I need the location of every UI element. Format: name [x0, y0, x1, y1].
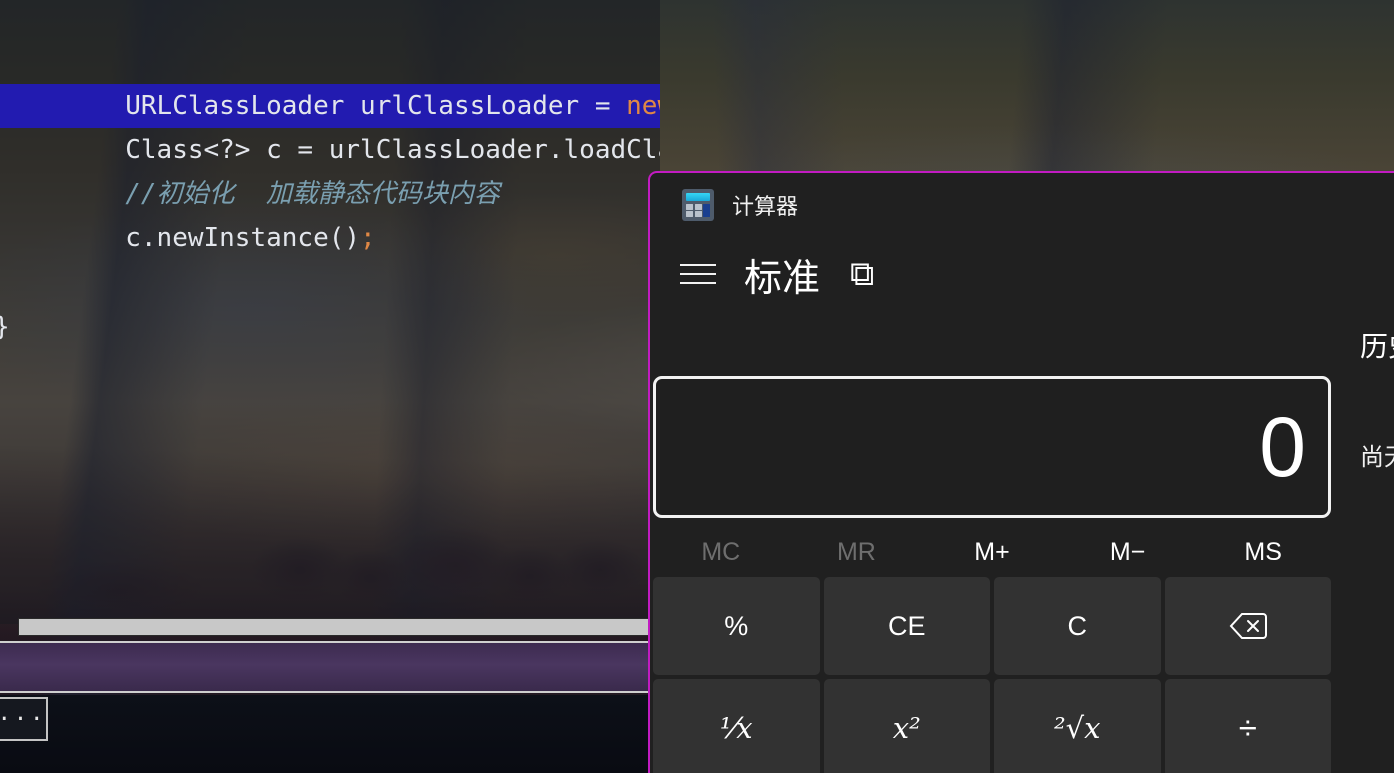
calculator-icon-key [694, 204, 702, 210]
square-root-button[interactable]: ²√x [994, 679, 1161, 773]
divide-button-label: ÷ [1238, 709, 1257, 746]
calculator-icon-key [686, 204, 693, 210]
code-line-1: URLClassLoader urlClassLoader = new URLC… [0, 40, 660, 121]
code-text-layer: URLClassLoader urlClassLoader = new URLC… [0, 0, 660, 624]
calculator-icon-key [686, 211, 693, 217]
calculator-keypad: % CE C ¹⁄x x² ²√x ÷ [653, 577, 1331, 773]
percent-button-label: % [724, 610, 749, 641]
memory-subtract-button[interactable]: M− [1060, 528, 1196, 576]
backspace-icon [1229, 612, 1267, 640]
code-token: c.newInstance() [125, 223, 361, 253]
closing-brace-fragment: } [0, 305, 10, 349]
editor-horizontal-scrollbar[interactable] [18, 618, 660, 636]
window-accent-band [0, 641, 660, 693]
clear-button[interactable]: C [994, 577, 1161, 675]
clear-entry-button-label: CE [887, 610, 926, 641]
reciprocal-button-label: ¹⁄x [719, 711, 753, 745]
memory-store-button[interactable]: MS [1195, 528, 1331, 576]
keep-on-top-icon[interactable]: ⧉ [850, 257, 874, 291]
calculator-icon-key-accent [703, 204, 710, 217]
history-panel: 历史记录 尚无历史记录 [1350, 237, 1394, 773]
calculator-icon [682, 189, 714, 221]
calculator-titlebar[interactable]: 计算器 [650, 173, 1394, 237]
code-line-4: c.newInstance(); [0, 172, 375, 253]
hamburger-line [680, 273, 716, 275]
desktop-bottom-area [0, 695, 660, 773]
code-editor-pane[interactable]: URLClassLoader urlClassLoader = new URLC… [0, 0, 660, 624]
code-line-2: Class<?> c = urlClassLoader.loadClass(na… [0, 84, 660, 165]
backspace-button[interactable] [1164, 577, 1331, 675]
code-token-punctuation: ; [360, 223, 376, 253]
clear-button-label: C [1067, 610, 1088, 641]
square-root-button-label: ²√x [1054, 711, 1101, 745]
memory-button-row: MC MR M+ M− MS [653, 528, 1331, 576]
calculator-title: 计算器 [732, 194, 799, 219]
square-button-label: x² [892, 711, 921, 745]
divide-button[interactable]: ÷ [1164, 679, 1331, 773]
memory-recall-button[interactable]: MR [789, 528, 925, 576]
calculator-window[interactable]: 计算器 标准 ⧉ 历史记录 尚无历史记录 0 MC MR M+ M− [648, 171, 1394, 773]
history-empty-message: 尚无历史记录 [1360, 444, 1394, 471]
percent-button[interactable]: % [653, 577, 820, 675]
history-panel-title: 历史记录 [1360, 331, 1394, 362]
memory-clear-button[interactable]: MC [653, 528, 789, 576]
calculator-mode-label: 标准 [744, 257, 821, 300]
screen: URLClassLoader urlClassLoader = new URLC… [0, 0, 1394, 773]
square-button[interactable]: x² [823, 679, 990, 773]
hamburger-line [680, 282, 716, 284]
memory-add-button[interactable]: M+ [924, 528, 1060, 576]
hamburger-line [680, 264, 716, 266]
reciprocal-button[interactable]: ¹⁄x [653, 679, 820, 773]
clear-entry-button[interactable]: CE [823, 577, 990, 675]
overflow-ellipsis-button[interactable]: ··· [0, 697, 48, 741]
code-line-3: //初始化 加载静态代码块内容 [0, 128, 500, 209]
display-value: 0 [1259, 400, 1306, 494]
calculator-icon-screen [686, 193, 710, 201]
calculator-icon-key [694, 211, 702, 217]
calculator-display[interactable]: 0 [653, 376, 1331, 518]
calculator-icon-keys [686, 204, 710, 217]
calculator-mode-bar: 标准 ⧉ [650, 237, 1394, 311]
hamburger-menu-icon[interactable] [680, 255, 718, 293]
